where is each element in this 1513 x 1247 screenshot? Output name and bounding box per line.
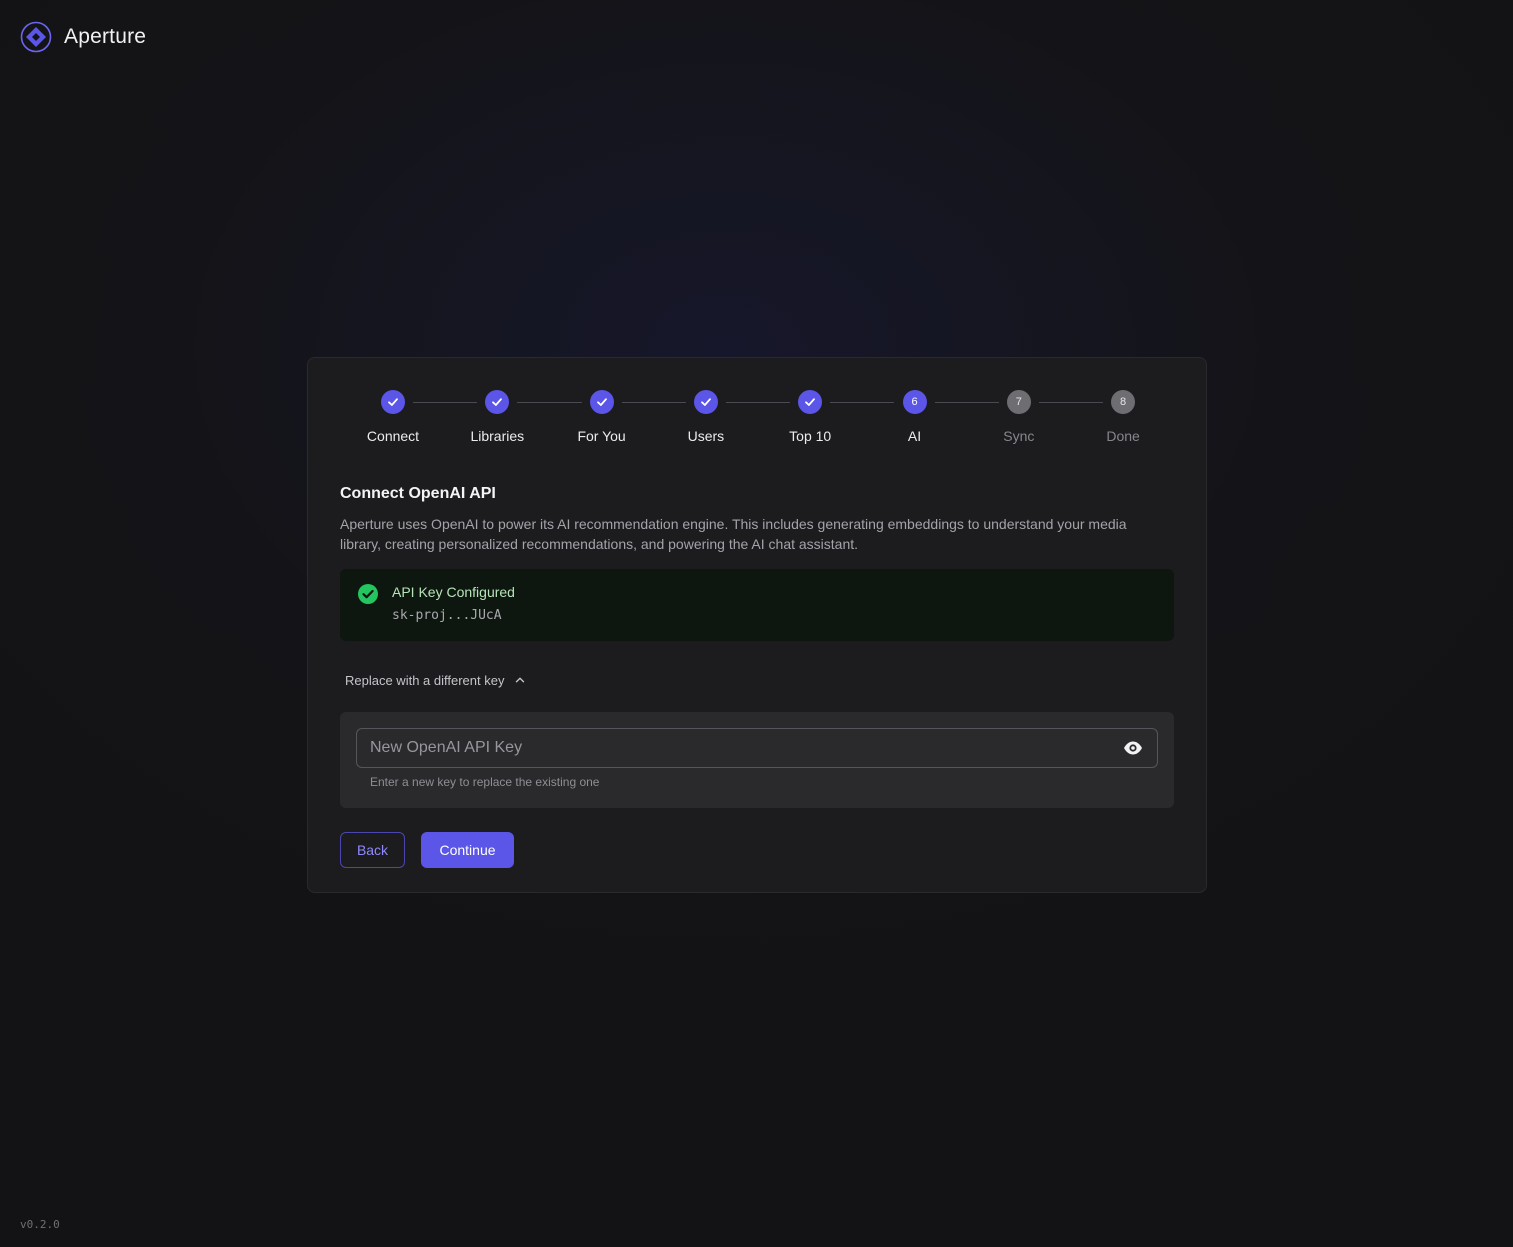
check-icon bbox=[700, 398, 711, 406]
replace-key-label: Replace with a different key bbox=[345, 672, 505, 688]
section-description: Aperture uses OpenAI to power its AI rec… bbox=[340, 516, 1127, 552]
step-label: Connect bbox=[366, 428, 420, 444]
step-connect: Connect bbox=[341, 390, 445, 444]
setup-stepper: Connect Libraries For You Users Top 10 6 AI 7 Sy… bbox=[341, 390, 1175, 450]
step-users: Users bbox=[654, 390, 758, 444]
setup-wizard-card: Connect Libraries For You Users Top 10 6 AI 7 Sy… bbox=[307, 357, 1207, 893]
step-label: For You bbox=[577, 428, 626, 444]
step-label: AI bbox=[907, 428, 922, 444]
step-label: Sync bbox=[1003, 428, 1035, 444]
step-top-10: Top 10 bbox=[758, 390, 862, 444]
app-version: v0.2.0 bbox=[20, 1218, 60, 1231]
input-helper-text: Enter a new key to replace the existing … bbox=[370, 775, 600, 789]
api-key-status-box: API Key Configured sk-proj...JUcA bbox=[340, 569, 1174, 641]
step-label: Libraries bbox=[470, 428, 525, 444]
check-icon bbox=[492, 398, 503, 406]
app-name: Aperture bbox=[64, 25, 147, 48]
check-circle-icon bbox=[358, 584, 378, 604]
api-key-input-wrapper bbox=[356, 728, 1158, 768]
section-title: Connect OpenAI API bbox=[340, 485, 496, 502]
step-number: 8 bbox=[1111, 390, 1136, 414]
step-check-icon bbox=[485, 390, 510, 414]
step-for-you: For You bbox=[550, 390, 654, 444]
step-check-icon bbox=[589, 390, 614, 414]
new-api-key-input[interactable] bbox=[357, 729, 1117, 767]
check-icon bbox=[388, 398, 398, 406]
step-sync: 7 Sync bbox=[967, 390, 1071, 444]
step-number: 6 bbox=[902, 390, 927, 414]
step-label: Done bbox=[1106, 428, 1140, 444]
check-icon bbox=[596, 398, 607, 406]
step-label: Users bbox=[687, 428, 725, 444]
status-title: API Key Configured bbox=[392, 584, 515, 600]
step-done: 8 Done bbox=[1071, 390, 1175, 444]
replace-key-toggle[interactable]: Replace with a different key bbox=[340, 664, 531, 696]
step-check-icon bbox=[798, 390, 823, 414]
aperture-logo-icon bbox=[20, 21, 52, 53]
step-ai: 6 AI bbox=[863, 390, 967, 444]
app-logo: Aperture bbox=[20, 21, 146, 53]
back-button[interactable]: Back bbox=[340, 832, 405, 868]
step-check-icon bbox=[381, 390, 405, 414]
step-libraries: Libraries bbox=[445, 390, 549, 444]
masked-api-key: sk-proj...JUcA bbox=[392, 608, 502, 623]
replace-key-panel: Enter a new key to replace the existing … bbox=[340, 712, 1174, 808]
check-icon bbox=[805, 398, 816, 406]
chevron-up-icon bbox=[516, 677, 525, 683]
step-check-icon bbox=[693, 390, 718, 414]
step-label: Top 10 bbox=[789, 428, 832, 444]
continue-button[interactable]: Continue bbox=[421, 832, 514, 868]
step-number: 7 bbox=[1006, 390, 1031, 414]
eye-icon[interactable] bbox=[1123, 740, 1143, 756]
